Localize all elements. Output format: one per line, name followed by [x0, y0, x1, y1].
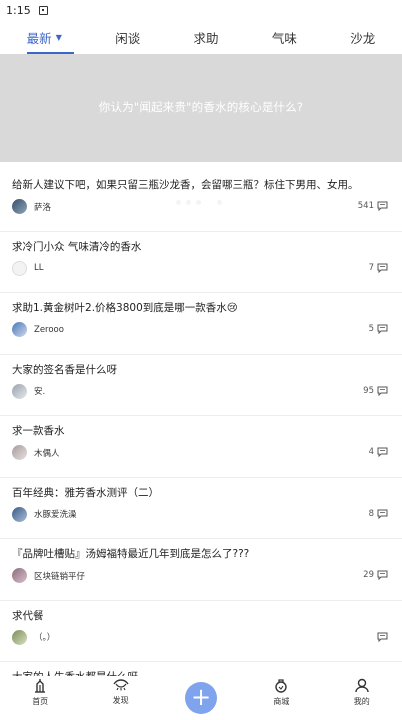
- comment-icon: [377, 632, 388, 642]
- post-author[interactable]: 萨洛: [12, 199, 51, 214]
- banner-carousel[interactable]: 你认为"闻起来贵"的香水的核心是什么?: [0, 54, 402, 206]
- nav-label: 商城: [273, 697, 290, 706]
- avatar: [12, 629, 27, 645]
- tab-scent[interactable]: 气味: [272, 20, 297, 54]
- post-title: 『品牌吐槽贴』汤姆福特最近几年到底是怎么了???: [12, 548, 250, 560]
- post-title: 求一款香水: [12, 425, 65, 437]
- status-time: 1:15: [6, 3, 31, 17]
- comment-icon: [377, 447, 388, 457]
- post-item[interactable]: 『品牌吐槽贴』汤姆福特最近几年到底是怎么了??? 区块链销平仔 29: [0, 539, 402, 601]
- post-author[interactable]: LL: [12, 260, 44, 276]
- post-title: 求冷门小众 气味清冷的香水: [12, 240, 142, 253]
- nav-discover[interactable]: 发现: [91, 676, 151, 706]
- eye-icon: [112, 679, 129, 691]
- avatar: [12, 506, 27, 522]
- comment-icon: [377, 386, 388, 396]
- tab-chat[interactable]: 闲谈: [115, 20, 140, 54]
- comment-count: 8: [369, 509, 388, 519]
- create-post-button[interactable]: +: [185, 682, 217, 714]
- post-item[interactable]: 大家的签名香是什么呀 安. 95: [0, 355, 402, 416]
- post-author[interactable]: 水豚爱洗澡: [12, 506, 77, 522]
- comment-icon: [377, 324, 388, 334]
- category-tabs: 最新 ▼ 闲谈 求助 气味 沙龙: [0, 20, 402, 54]
- comment-count-value: 7: [368, 262, 374, 273]
- status-bar: 1:15: [0, 0, 402, 20]
- comment-count: 7: [369, 263, 388, 273]
- nav-home[interactable]: 首页: [10, 676, 70, 707]
- comment-count-value: 5: [368, 324, 374, 334]
- post-title: 大家的签名香是什么呀: [12, 363, 117, 376]
- post-item[interactable]: 求冷门小众 气味清冷的香水 LL 7: [0, 232, 402, 293]
- author-name: （。）: [34, 633, 56, 643]
- comment-count-value: 29: [363, 570, 374, 580]
- nav-label: 发现: [112, 696, 129, 705]
- post-item[interactable]: 给新人建议下吧，如果只留三瓶沙龙香，会留哪三瓶？标住下男用、女用。 萨洛 541: [0, 170, 402, 232]
- nav-label: 首页: [32, 697, 49, 706]
- comment-count-value: 95: [363, 385, 374, 396]
- author-name: 萨洛: [34, 202, 52, 213]
- post-author[interactable]: （。）: [12, 629, 56, 645]
- post-list: 给新人建议下吧，如果只留三瓶沙龙香，会留哪三瓶？标住下男用、女用。 萨洛 541…: [0, 170, 402, 720]
- comment-count: 4: [369, 447, 388, 457]
- comment-icon: [377, 570, 388, 580]
- tab-help[interactable]: 求助: [194, 20, 219, 54]
- post-author[interactable]: 木偶人: [12, 445, 60, 460]
- post-item[interactable]: 求一款香水 木偶人 4: [0, 416, 402, 478]
- comment-count-value: 8: [368, 508, 374, 519]
- comment-icon: [377, 263, 388, 273]
- author-name: LL: [34, 263, 44, 273]
- comment-count: 5: [369, 324, 388, 334]
- comment-count-value: 4: [368, 447, 374, 457]
- banner-text: 你认为"闻起来贵"的香水的核心是什么?: [98, 100, 304, 114]
- author-name: Zerooo: [34, 324, 64, 335]
- post-title: 给新人建议下吧，如果只留三瓶沙龙香，会留哪三瓶？标住下男用、女用。: [12, 179, 359, 191]
- post-author[interactable]: 区块链销平仔: [12, 568, 85, 583]
- comment-count-value: 541: [357, 201, 374, 211]
- tab-label: 求助: [193, 30, 219, 46]
- author-name: 水豚爱洗澡: [34, 510, 77, 520]
- avatar: [12, 383, 27, 399]
- comment-icon: [377, 201, 388, 211]
- author-name: 安.: [34, 387, 46, 397]
- post-title: 求助1.黄金树叶2.价格3800到底是哪一款香水😢: [12, 302, 238, 314]
- post-item[interactable]: 求代餐 （。）: [0, 601, 402, 662]
- post-title: 求代餐: [12, 609, 44, 622]
- tab-salon[interactable]: 沙龙: [350, 20, 375, 54]
- author-name: 区块链销平仔: [34, 571, 86, 582]
- tab-label: 气味: [271, 30, 297, 46]
- comment-count: 541: [358, 201, 388, 211]
- nav-placeholder: [171, 676, 231, 678]
- avatar: [12, 445, 27, 460]
- post-author[interactable]: Zerooo: [12, 322, 64, 337]
- post-author[interactable]: 安.: [12, 383, 46, 399]
- tab-latest[interactable]: 最新 ▼: [26, 20, 75, 54]
- post-item[interactable]: 百年经典：雅芳香水测评（二） 水豚爱洗澡 8: [0, 478, 402, 539]
- avatar: [12, 322, 27, 337]
- nav-profile[interactable]: 我的: [332, 676, 392, 707]
- bag-icon: [275, 679, 288, 693]
- comment-count: [374, 632, 388, 642]
- tab-label: 闲谈: [115, 30, 141, 46]
- author-name: 木偶人: [34, 448, 60, 459]
- comment-count: 95: [363, 386, 388, 396]
- notification-icon: [38, 5, 48, 15]
- avatar: [12, 260, 27, 276]
- chevron-down-icon: ▼: [55, 32, 62, 42]
- post-title: 百年经典：雅芳香水测评（二）: [12, 486, 159, 499]
- nav-shop[interactable]: 商城: [251, 676, 311, 707]
- tab-label: 沙龙: [350, 30, 376, 46]
- nav-label: 我的: [353, 697, 370, 706]
- person-icon: [355, 678, 369, 693]
- tab-label: 最新: [26, 30, 52, 46]
- comment-icon: [377, 509, 388, 519]
- plus-icon: +: [190, 683, 212, 711]
- comment-count: 29: [363, 570, 388, 580]
- avatar: [12, 568, 27, 583]
- post-item[interactable]: 求助1.黄金树叶2.价格3800到底是哪一款香水😢 Zerooo 5: [0, 293, 402, 355]
- home-icon: [35, 679, 46, 693]
- avatar: [12, 199, 27, 214]
